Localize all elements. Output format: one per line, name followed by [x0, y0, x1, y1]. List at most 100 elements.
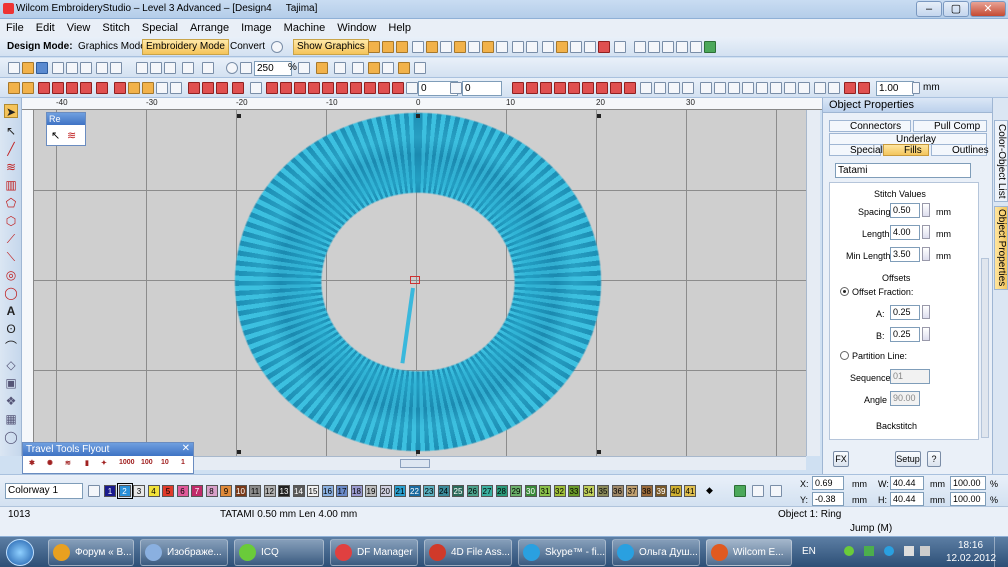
tray-icon[interactable] [844, 546, 854, 556]
stitch-type-icon[interactable] [8, 82, 20, 94]
network-icon[interactable] [904, 546, 914, 556]
globe-icon[interactable] [271, 41, 283, 53]
color-swatch[interactable]: 38 [640, 485, 653, 497]
fill-icon[interactable] [128, 82, 140, 94]
travel-1[interactable]: 1 [181, 459, 185, 466]
color-swatch[interactable]: 30 [524, 485, 537, 497]
machine-icon[interactable] [734, 485, 746, 497]
colorway-select[interactable]: Colorway 1 [5, 483, 83, 499]
align-icon[interactable] [634, 41, 646, 53]
sequence-field[interactable]: 01 [890, 369, 930, 384]
setup-button[interactable]: Setup [895, 451, 921, 467]
convert-button[interactable]: Convert [226, 39, 269, 55]
fill-tool-icon[interactable]: ⬡ [4, 214, 18, 228]
menu-image[interactable]: Image [235, 19, 278, 35]
effect-icon[interactable] [350, 82, 362, 94]
color-swatch[interactable]: 34 [582, 485, 595, 497]
circle-icon[interactable]: ◎ [4, 268, 18, 282]
color-swatch[interactable]: 6 [176, 485, 189, 497]
start-button[interactable] [6, 539, 34, 566]
color-swatch[interactable]: 25 [452, 485, 464, 497]
length-field[interactable]: 4.00 [890, 225, 920, 240]
menu-machine[interactable]: Machine [278, 19, 332, 35]
list-icon[interactable] [556, 41, 568, 53]
reshape-arrow-icon[interactable]: ↖ [51, 129, 60, 142]
color-swatch[interactable]: 20 [379, 485, 392, 497]
page-icon[interactable] [414, 62, 426, 74]
partition-line-radio[interactable] [840, 351, 849, 360]
show-graphics-button[interactable]: Show Graphics [293, 39, 369, 55]
column-a-icon[interactable]: ⟋ [4, 232, 18, 246]
tab-connectors[interactable]: Connectors [829, 120, 911, 132]
travel-icon[interactable]: ▮ [85, 459, 89, 467]
color-swatch[interactable]: 35 [597, 485, 609, 497]
clock-date[interactable]: 12.02.2012 [946, 553, 996, 564]
color-swatch[interactable]: 7 [191, 485, 203, 497]
color-swatch[interactable]: 41 [684, 485, 696, 497]
pin-icon[interactable] [382, 62, 394, 74]
trace-icon[interactable] [752, 485, 764, 497]
align-icon[interactable] [690, 41, 702, 53]
y-field[interactable]: -0.38 [812, 492, 844, 506]
color-swatch[interactable]: 36 [611, 485, 624, 497]
taskbar-item-icq[interactable]: ICQ [234, 539, 324, 566]
show-desktop-button[interactable] [994, 537, 1008, 567]
travel-icon[interactable]: ✦ [101, 459, 107, 467]
tab-pull-comp[interactable]: Pull Comp [913, 120, 987, 132]
grid-icon[interactable] [426, 41, 438, 53]
outline-width-field[interactable]: 1.00 [876, 81, 914, 96]
color-swatch[interactable]: 15 [307, 485, 319, 497]
square-icon[interactable]: ▣ [4, 376, 18, 390]
tab-color-object-list[interactable]: Color-Object List [994, 120, 1008, 202]
align-icon[interactable] [662, 41, 674, 53]
spin-icon[interactable] [912, 82, 920, 94]
undo-icon[interactable] [182, 62, 194, 74]
clock-time[interactable]: 18:16 [958, 540, 983, 551]
fill-icon[interactable] [156, 82, 168, 94]
satin-icon[interactable] [66, 82, 78, 94]
panel-scrollbar[interactable] [981, 258, 989, 438]
reshape-stitch-icon[interactable]: ≋ [67, 129, 76, 142]
x-field[interactable]: 0.69 [812, 476, 844, 490]
menu-view[interactable]: View [61, 19, 97, 35]
redo-icon[interactable] [202, 62, 214, 74]
fill-icon[interactable] [142, 82, 154, 94]
trace-icon[interactable]: ⌒ [4, 340, 18, 354]
color-swatch[interactable]: 11 [249, 485, 261, 497]
color-swatch[interactable]: 4 [147, 485, 160, 497]
flip-icon[interactable] [654, 82, 666, 94]
color-swatch[interactable]: 10 [234, 485, 247, 497]
taskbar-item-browser[interactable]: Форум « В... [48, 539, 134, 566]
color-swatch[interactable]: 21 [394, 485, 406, 497]
travel-icon[interactable]: ✺ [47, 459, 53, 467]
tab-outlines[interactable]: Outlines [931, 144, 989, 156]
swatch-nav-icon[interactable]: ◆ [706, 485, 713, 496]
cut-icon[interactable] [136, 62, 148, 74]
palette-icon[interactable] [412, 41, 424, 53]
check-icon[interactable] [352, 62, 364, 74]
effect-icon[interactable] [188, 82, 200, 94]
h-percent-field[interactable]: 100.00 [950, 492, 986, 506]
color-swatch[interactable]: 26 [466, 485, 479, 497]
tab-fills[interactable]: Fills [883, 144, 929, 156]
h-field[interactable]: 40.44 [890, 492, 924, 506]
close-icon[interactable]: ✕ [182, 443, 190, 454]
effect-icon[interactable] [308, 82, 320, 94]
color-swatch[interactable]: 29 [510, 485, 522, 497]
paste-icon[interactable] [164, 62, 176, 74]
length-spinner[interactable] [922, 225, 930, 239]
arrange-icon[interactable] [814, 82, 826, 94]
language-indicator[interactable]: EN [802, 546, 816, 557]
color-swatch[interactable]: 22 [408, 485, 421, 497]
color-swatch[interactable]: 33 [568, 485, 580, 497]
select-icon[interactable] [316, 62, 328, 74]
angle-field[interactable]: 90.00 [890, 391, 920, 406]
email-icon[interactable] [110, 62, 122, 74]
stamp-icon[interactable]: ▦ [4, 412, 18, 426]
fx-button[interactable]: FX [833, 451, 849, 467]
satin-icon[interactable] [96, 82, 108, 94]
clear-icon[interactable] [770, 485, 782, 497]
grid-icon[interactable] [584, 41, 596, 53]
run-stitch-icon[interactable]: ╱ [4, 142, 18, 156]
effect-icon[interactable] [512, 82, 524, 94]
